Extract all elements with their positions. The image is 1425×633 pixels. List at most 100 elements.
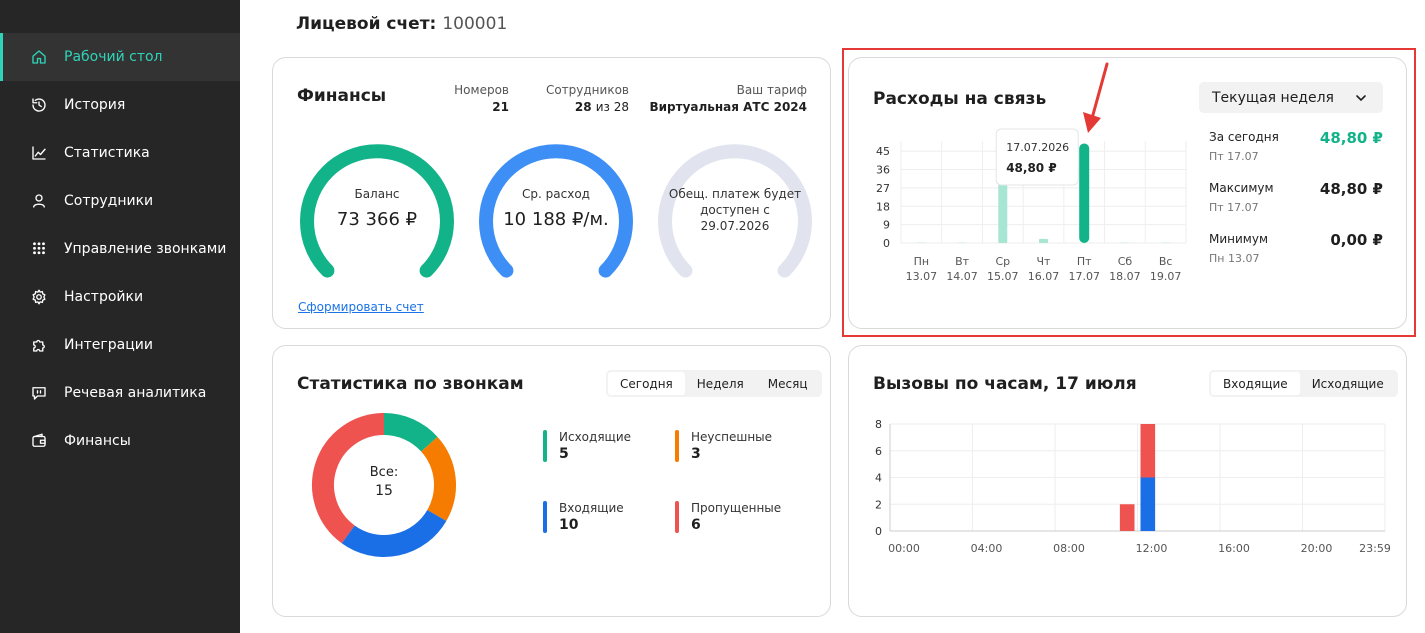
bar[interactable] [1161,242,1171,243]
x-tick-label: Пн [914,255,929,268]
tab-month[interactable]: Месяц [756,372,820,395]
x-tick-label: 23:59 [1359,542,1390,555]
sidebar-item-statistics[interactable]: Статистика [0,129,240,177]
x-tick-label: 15.07 [987,270,1019,283]
tab-today[interactable]: Сегодня [608,372,685,395]
x-tick-label: 04:00 [971,542,1003,555]
x-tick-label: Вс [1159,255,1173,268]
total-value: 15 [375,483,393,499]
bar[interactable] [916,242,926,243]
y-tick-label: 0 [875,525,882,538]
employees-count: 28 [574,100,592,114]
generate-invoice-link[interactable]: Сформировать счет [298,300,424,314]
avg-expense-text: Ср. расход 10 188 ₽/м. [475,187,637,230]
account-label: Лицевой счет: [296,14,437,34]
sidebar-item-label: Управление звонками [64,241,227,257]
legend-missed: Пропущенные 6 [675,501,781,533]
chevron-down-icon [1356,95,1366,102]
chart-icon [32,146,46,160]
y-tick-label: 6 [875,445,882,458]
x-tick-label: Вт [955,255,970,268]
legend-value: 6 [691,517,701,533]
balance-value: 73 366 ₽ [336,209,418,230]
tab-week[interactable]: Неделя [685,372,756,395]
y-tick-label: 27 [876,182,890,195]
x-tick-label: 13.07 [906,270,938,283]
y-tick-label: 2 [875,498,882,511]
finance-title: Финансы [297,86,387,106]
sidebar-item-integrations[interactable]: Интеграции [0,321,240,369]
account-number: 100001 [442,14,508,34]
annotation-arrow-icon [1083,62,1109,133]
tariff-value: Виртуальная АТС 2024 [649,100,807,114]
legend-color-bar [675,501,679,533]
donut-slice[interactable] [383,413,438,452]
stacked-bar-segment[interactable] [1140,477,1156,532]
promised-payment-line-3: 29.07.2026 [700,219,770,233]
donut-slice[interactable] [341,509,447,557]
y-tick-label: 0 [883,237,890,250]
account-header: Лицевой счет: 100001 [296,14,507,34]
sidebar-item-speech-analytics[interactable]: Речевая аналитика [0,369,240,417]
x-tick-label: 18.07 [1109,270,1141,283]
sidebar-item-label: Сотрудники [64,193,154,209]
x-tick-label: 20:00 [1301,542,1333,555]
tab-outgoing[interactable]: Исходящие [1300,372,1396,395]
sidebar-item-history[interactable]: История [0,81,240,129]
numbers-value: 21 [492,100,509,114]
promised-payment-line-2: доступен с [700,203,770,217]
max-label: Максимум [1209,181,1274,195]
wallet-icon [32,433,46,447]
legend-name: Неуспешные [691,430,773,444]
sidebar-item-call-management[interactable]: Управление звонками [0,225,240,273]
legend-name: Входящие [559,501,624,515]
sidebar-item-employees[interactable]: Сотрудники [0,177,240,225]
promised-payment-text: Обещ. платеж будет доступен с 29.07.2026 [654,186,816,234]
hourly-direction-tabs: Входящие Исходящие [1209,370,1398,397]
sidebar-item-desktop[interactable]: Рабочий стол [0,33,240,81]
tooltip-value: 48,80 ₽ [1006,161,1056,175]
legend-value: 10 [559,517,579,533]
x-tick-label: Сб [1118,255,1133,268]
legend-failed: Неуспешные 3 [675,430,772,462]
today-value: 48,80 ₽ [1319,129,1383,147]
stacked-bar-segment[interactable] [1119,504,1135,531]
period-select-value: Текущая неделя [1212,89,1334,106]
sidebar-item-label: Рабочий стол [64,49,163,65]
bar[interactable] [957,242,967,243]
y-tick-label: 18 [876,200,890,213]
home-icon [32,50,46,64]
y-tick-label: 45 [876,145,890,158]
legend-outgoing: Исходящие 5 [543,430,631,462]
legend-name: Исходящие [559,430,632,444]
legend-color-bar [543,430,547,462]
period-select[interactable]: Текущая неделя [1199,82,1383,113]
sidebar-item-label: Настройки [64,289,144,305]
bar[interactable] [1039,238,1048,243]
employees-value: 28 из 28 [530,100,629,114]
call-stats-period-tabs: Сегодня Неделя Месяц [606,370,822,397]
sidebar-item-finance[interactable]: Финансы [0,417,240,465]
bar[interactable] [1120,242,1130,243]
legend-value: 3 [691,446,701,462]
x-tick-label: 19.07 [1150,270,1182,283]
stacked-bar-segment[interactable] [1140,424,1156,478]
sidebar-item-settings[interactable]: Настройки [0,273,240,321]
employees-label: Сотрудников [545,83,629,97]
bar[interactable] [1079,143,1090,243]
bar-tooltip: 17.07.2026 48,80 ₽ [995,128,1079,186]
max-value: 48,80 ₽ [1319,180,1383,198]
min-value: 0,00 ₽ [1330,231,1383,249]
employees-total: из 28 [595,100,629,114]
tab-incoming[interactable]: Входящие [1211,372,1300,395]
sidebar-item-label: История [64,97,126,113]
avg-expense-value: 10 188 ₽/м. [503,209,609,230]
donut-center: Все: 15 [311,465,457,499]
max-date: Пт 17.07 [1209,201,1259,214]
sidebar-item-label: Финансы [64,433,131,449]
min-date: Пн 13.07 [1209,252,1260,265]
x-tick-label: 12:00 [1136,542,1168,555]
promised-payment-line-1: Обещ. платеж будет [668,187,802,201]
y-tick-label: 8 [875,418,882,431]
legend-name: Пропущенные [691,501,782,515]
